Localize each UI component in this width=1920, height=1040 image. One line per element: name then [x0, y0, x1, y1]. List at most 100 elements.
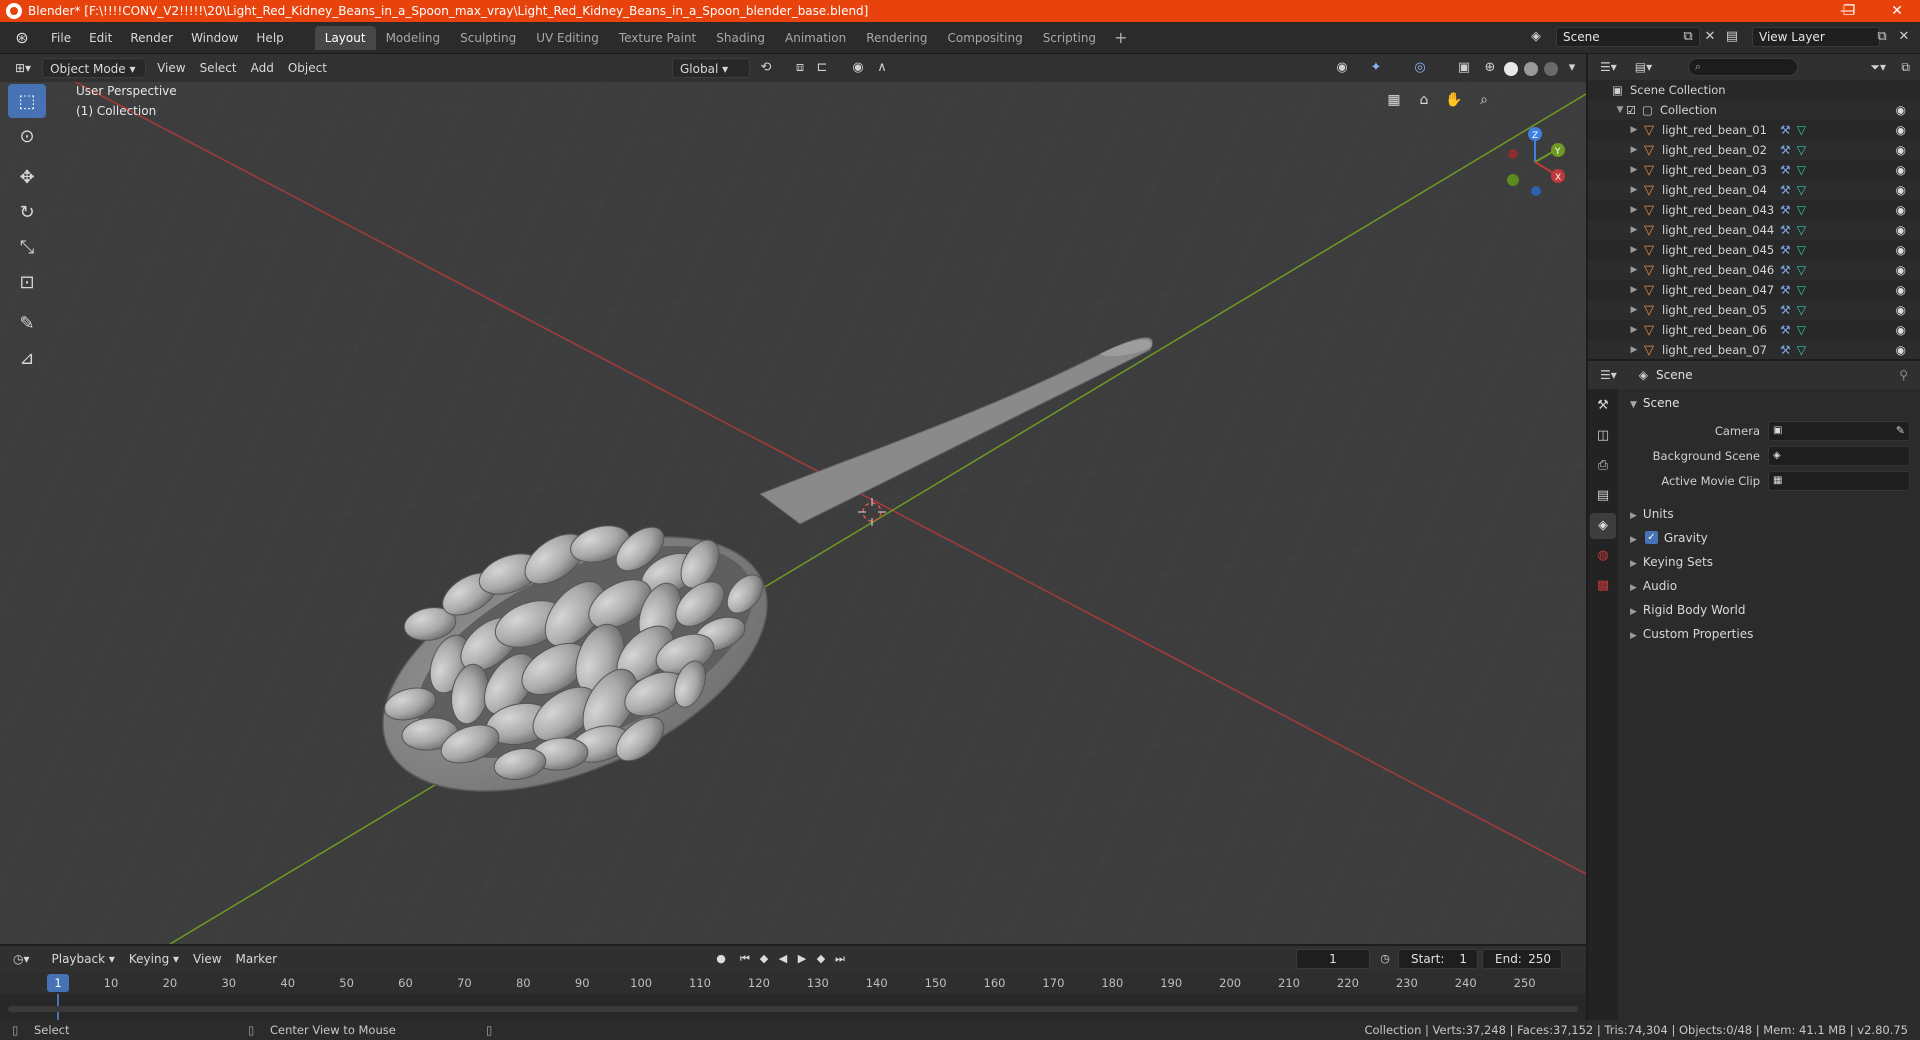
new-collection-icon[interactable]: ⧉ — [1901, 60, 1910, 75]
expand-arrow-icon[interactable]: ▶ — [1628, 265, 1640, 275]
expand-arrow-icon[interactable]: ▶ — [1628, 245, 1640, 255]
filter-icon[interactable]: ⏷▾ — [1870, 60, 1886, 75]
tab-scripting[interactable]: Scripting — [1033, 26, 1106, 50]
mesh-data-icon[interactable]: ▽ — [1797, 243, 1806, 257]
measure-tool-icon[interactable]: ⊿ — [8, 341, 46, 375]
end-frame-field[interactable]: End: 250 — [1482, 949, 1562, 969]
outliner-object-row[interactable]: ▶ ▽ light_red_bean_04 ⚒ ▽ ◉ — [1588, 180, 1920, 200]
outliner-object-row[interactable]: ▶ ▽ light_red_bean_045 ⚒ ▽ ◉ — [1588, 240, 1920, 260]
mesh-data-icon[interactable]: ▽ — [1797, 143, 1806, 157]
mesh-data-icon[interactable]: ▽ — [1797, 183, 1806, 197]
jump-start-icon[interactable]: ⏮ — [736, 950, 754, 968]
solid-shading-icon[interactable] — [1504, 62, 1518, 76]
mesh-data-icon[interactable]: ▽ — [1797, 123, 1806, 137]
preview-range-icon[interactable]: ◷ — [1376, 950, 1394, 968]
expand-arrow-icon[interactable]: ▶ — [1628, 285, 1640, 295]
mesh-data-icon[interactable]: ▽ — [1797, 263, 1806, 277]
outliner-search-input[interactable]: ⌕ — [1688, 58, 1798, 76]
eye-icon[interactable]: ◉ — [1896, 323, 1906, 337]
orientation-dropdown[interactable]: Global ▾ — [672, 58, 750, 78]
movie-clip-field[interactable]: ▦ — [1768, 471, 1910, 491]
mesh-data-icon[interactable]: ▽ — [1797, 303, 1806, 317]
menu-timeline-view[interactable]: View — [186, 952, 228, 966]
modifier-icon[interactable]: ⚒ — [1780, 343, 1791, 357]
tab-texture-paint[interactable]: Texture Paint — [609, 26, 706, 50]
modifier-icon[interactable]: ⚒ — [1780, 323, 1791, 337]
jump-end-icon[interactable]: ⏭ — [831, 950, 849, 968]
play-reverse-icon[interactable]: ◀ — [774, 950, 792, 968]
rigid-body-world-panel[interactable]: ▶ Rigid Body World — [1618, 598, 1920, 622]
toggle-grid-view-icon[interactable]: ▦ — [1382, 88, 1406, 112]
select-box-tool-icon[interactable]: ⬚ — [8, 84, 46, 118]
gravity-panel[interactable]: ▶ ✓ Gravity — [1618, 526, 1920, 550]
collapse-arrow-icon[interactable]: ▼ — [1614, 105, 1626, 115]
modifier-icon[interactable]: ⚒ — [1780, 183, 1791, 197]
properties-editor-icon[interactable]: ☰▾ — [1600, 368, 1617, 382]
background-scene-field[interactable]: ◈ — [1768, 446, 1910, 466]
blender-menu-icon[interactable]: ⊛ — [12, 28, 32, 48]
proportional-edit-icon[interactable]: ◉ — [848, 58, 868, 78]
menu-object[interactable]: Object — [281, 58, 334, 78]
shading-options-icon[interactable]: ▾ — [1562, 58, 1582, 78]
timeline-editor-icon[interactable]: ◷▾ — [6, 952, 37, 966]
mesh-data-icon[interactable]: ▽ — [1797, 163, 1806, 177]
tool-tab-icon[interactable]: ⚒ — [1590, 393, 1616, 419]
falloff-icon[interactable]: ∧ — [872, 58, 892, 78]
eye-icon[interactable]: ◉ — [1896, 143, 1906, 157]
tab-layout[interactable]: Layout — [314, 25, 376, 50]
outliner-object-row[interactable]: ▶ ▽ light_red_bean_047 ⚒ ▽ ◉ — [1588, 280, 1920, 300]
timeline-track[interactable] — [0, 994, 1586, 1020]
outliner-object-row[interactable]: ▶ ▽ light_red_bean_01 ⚒ ▽ ◉ — [1588, 120, 1920, 140]
menu-select[interactable]: Select — [193, 58, 244, 78]
scene-panel-header[interactable]: ▼ Scene — [1618, 391, 1920, 415]
display-mode-icon[interactable]: ▤▾ — [1635, 60, 1652, 74]
modifier-icon[interactable]: ⚒ — [1780, 223, 1791, 237]
outliner-object-row[interactable]: ▶ ▽ light_red_bean_07 ⚒ ▽ ◉ — [1588, 340, 1920, 359]
next-keyframe-icon[interactable]: ◆ — [812, 950, 830, 968]
texture-tab-icon[interactable]: ▩ — [1590, 573, 1616, 599]
eye-icon[interactable]: ◉ — [1896, 103, 1906, 117]
tab-animation[interactable]: Animation — [775, 26, 856, 50]
modifier-icon[interactable]: ⚒ — [1780, 303, 1791, 317]
expand-arrow-icon[interactable]: ▶ — [1628, 325, 1640, 335]
eye-icon[interactable]: ◉ — [1896, 183, 1906, 197]
modifier-icon[interactable]: ⚒ — [1780, 203, 1791, 217]
eye-icon[interactable]: ◉ — [1896, 283, 1906, 297]
editor-type-icon[interactable]: ⊞▾ — [8, 58, 38, 78]
expand-arrow-icon[interactable]: ▶ — [1628, 205, 1640, 215]
move-tool-icon[interactable]: ✥ — [8, 160, 46, 194]
eye-icon[interactable]: ◉ — [1896, 303, 1906, 317]
snap-icon[interactable]: ⧈ — [790, 58, 810, 78]
record-icon[interactable]: ● — [712, 950, 730, 968]
expand-arrow-icon[interactable]: ▶ — [1628, 145, 1640, 155]
mesh-data-icon[interactable]: ▽ — [1797, 283, 1806, 297]
expand-arrow-icon[interactable]: ▶ — [1628, 345, 1640, 355]
menu-help[interactable]: Help — [247, 27, 292, 49]
current-frame-field[interactable]: 1 — [1296, 949, 1370, 969]
keying-sets-panel[interactable]: ▶ Keying Sets — [1618, 550, 1920, 574]
3d-viewport[interactable]: Z Y X ⊞▾ Object Mode ▾ View Select Add O… — [0, 54, 1586, 944]
start-frame-field[interactable]: Start: 1 — [1398, 949, 1478, 969]
outliner-object-row[interactable]: ▶ ▽ light_red_bean_06 ⚒ ▽ ◉ — [1588, 320, 1920, 340]
menu-file[interactable]: File — [42, 27, 80, 49]
play-icon[interactable]: ▶ — [793, 950, 811, 968]
restore-button[interactable]: ❐ — [1826, 0, 1872, 22]
expand-arrow-icon[interactable]: ▶ — [1628, 225, 1640, 235]
overlay-toggle-icon[interactable]: ◎ — [1410, 58, 1430, 78]
zoom-view-icon[interactable]: ⌕ — [1472, 88, 1496, 112]
collection-checkbox[interactable]: ☑ — [1626, 104, 1642, 117]
eye-icon[interactable]: ◉ — [1896, 203, 1906, 217]
timeline-ruler[interactable]: 1 10 20 30 40 50 60 70 80 90 100 110 120 130 140 150 160… — [0, 972, 1586, 994]
new-view-layer-icon[interactable]: ⧉ — [1872, 28, 1892, 46]
cursor-tool-icon[interactable]: ⊙ — [8, 119, 46, 153]
rotate-tool-icon[interactable]: ↻ — [8, 195, 46, 229]
outliner-object-row[interactable]: ▶ ▽ light_red_bean_02 ⚒ ▽ ◉ — [1588, 140, 1920, 160]
prev-keyframe-icon[interactable]: ◆ — [755, 950, 773, 968]
outliner-object-row[interactable]: ▶ ▽ light_red_bean_03 ⚒ ▽ ◉ — [1588, 160, 1920, 180]
eyedropper-icon[interactable]: ✎ — [1896, 424, 1905, 437]
view-layer-browse-icon[interactable]: ▤ — [1722, 28, 1742, 46]
visibility-icon[interactable]: ◉ — [1332, 58, 1352, 78]
menu-keying[interactable]: Keying ▾ — [122, 952, 186, 966]
annotate-tool-icon[interactable]: ✎ — [8, 306, 46, 340]
modifier-icon[interactable]: ⚒ — [1780, 263, 1791, 277]
